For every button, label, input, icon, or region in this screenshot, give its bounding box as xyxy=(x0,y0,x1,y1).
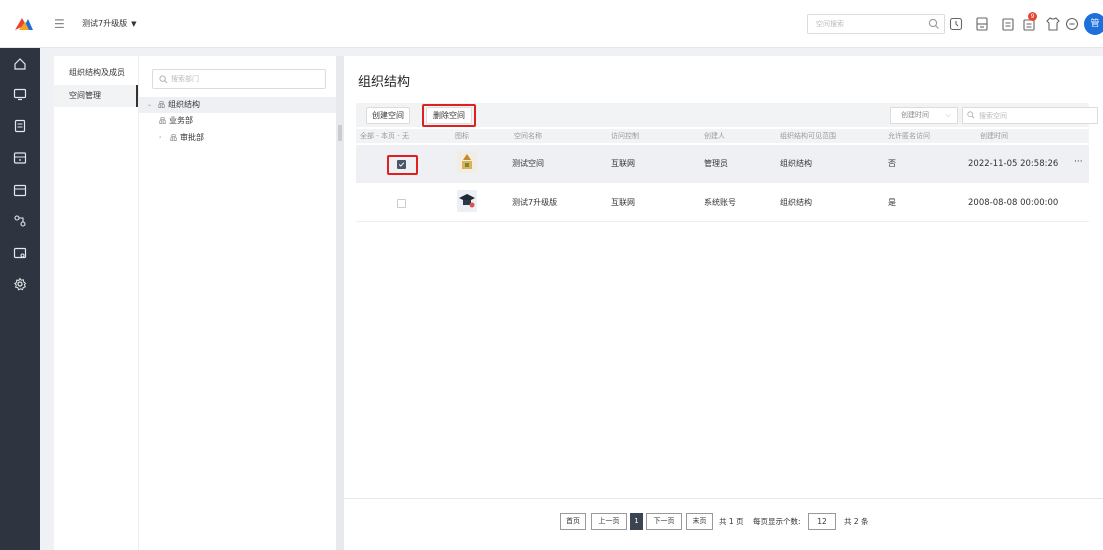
caret-down-icon: ▼ xyxy=(131,20,137,28)
home-icon[interactable] xyxy=(13,57,27,71)
last-page-button[interactable]: 末页 xyxy=(686,513,713,530)
document-icon[interactable] xyxy=(1000,16,1016,32)
sort-select[interactable]: 创建时间 ⌵ xyxy=(890,107,958,124)
total-pages: 共 1 页 xyxy=(719,517,744,526)
table-toolbar: 创建空间 删除空间 创建时间 ⌵ xyxy=(356,103,1098,127)
first-page-button[interactable]: 首页 xyxy=(560,513,586,530)
org-icon: 品 xyxy=(170,134,177,142)
menu-toggle-icon[interactable]: ☰ xyxy=(54,18,66,30)
pagination-divider xyxy=(344,498,1103,499)
page-size-input[interactable]: 12 xyxy=(808,513,836,530)
department-search-input[interactable] xyxy=(152,69,326,89)
tree-node-business[interactable]: 品 业务部 xyxy=(159,115,193,127)
highlight-frame xyxy=(387,155,418,175)
document-list-icon[interactable] xyxy=(13,119,27,133)
select-scope-header[interactable]: 全部 - 本页 - 无 xyxy=(360,129,409,143)
search-icon[interactable] xyxy=(928,18,940,30)
tree-node-label: 业务部 xyxy=(169,116,193,125)
space-search-input[interactable] xyxy=(807,14,945,34)
total-records: 共 2 条 xyxy=(844,517,869,526)
space-thumbnail-icon xyxy=(457,190,477,212)
column-created: 创建时间 xyxy=(980,132,1008,140)
clock-icon[interactable] xyxy=(948,16,964,32)
column-scope: 组织结构可见范围 xyxy=(780,132,836,140)
access-control: 互联网 xyxy=(611,198,635,207)
archive-icon[interactable] xyxy=(13,151,27,165)
column-creator: 创建人 xyxy=(704,132,725,140)
tree-node-approval[interactable]: › 品 审批部 xyxy=(159,132,204,144)
create-space-button[interactable]: 创建空间 xyxy=(366,107,410,124)
tree-node-label: 组织结构 xyxy=(168,100,200,109)
table-row[interactable]: 测试空间 互联网 管理员 组织结构 否 2022-11-05 20:58:26 … xyxy=(356,145,1089,183)
main-content: 组织结构 创建空间 删除空间 创建时间 ⌵ 全部 - 本页 - 无 图标 空间名… xyxy=(344,56,1103,550)
org-icon: 品 xyxy=(158,101,165,109)
scope: 组织结构 xyxy=(780,159,812,168)
column-icon: 图标 xyxy=(455,132,469,140)
table-header: 全部 - 本页 - 无 图标 空间名称 访问控制 创建人 组织结构可见范围 允许… xyxy=(356,129,1089,143)
space-name[interactable]: 测试空间 xyxy=(512,145,544,183)
prev-page-button[interactable]: 上一页 xyxy=(591,513,627,530)
monitor-icon[interactable] xyxy=(13,87,27,101)
app-logo-icon[interactable] xyxy=(14,16,34,32)
page-size-label: 每页显示个数: xyxy=(753,517,801,526)
app-name: 测试7升级版 xyxy=(82,19,128,28)
calendar-icon[interactable] xyxy=(13,183,27,197)
anonymous-access: 否 xyxy=(888,159,896,168)
created-time: 2008-08-08 00:00:00 xyxy=(968,198,1059,208)
sort-select-value: 创建时间 xyxy=(901,111,929,119)
row-checkbox[interactable] xyxy=(397,199,406,208)
next-page-button[interactable]: 下一页 xyxy=(646,513,682,530)
notification-badge: 9 xyxy=(1028,12,1037,21)
search-icon xyxy=(159,75,168,84)
space-name[interactable]: 测试7升级版 xyxy=(512,184,557,222)
scope: 组织结构 xyxy=(780,198,812,207)
access-control: 互联网 xyxy=(611,159,635,168)
settings-card-icon[interactable] xyxy=(13,246,27,260)
tree-node-org-root[interactable]: ⌄ 品 组织结构 xyxy=(147,99,200,111)
org-icon: 品 xyxy=(159,117,166,125)
workflow-icon[interactable] xyxy=(13,214,27,228)
print-icon[interactable] xyxy=(974,16,990,32)
chevron-down-icon: ⌵ xyxy=(945,111,951,119)
created-time: 2022-11-05 20:58:26 xyxy=(968,159,1059,169)
main-sidebar xyxy=(0,48,40,550)
search-icon xyxy=(967,111,975,119)
space-thumbnail-icon xyxy=(457,151,477,173)
creator: 系统账号 xyxy=(704,198,736,207)
page-title: 组织结构 xyxy=(358,75,411,90)
column-access: 访问控制 xyxy=(611,132,639,140)
space-table-search-input[interactable] xyxy=(962,107,1098,124)
user-avatar[interactable]: 管 xyxy=(1084,13,1103,35)
chevron-down-icon[interactable]: ⌄ xyxy=(147,99,155,111)
menu-item-space-management[interactable]: 空间管理 xyxy=(54,85,138,107)
top-bar: ☰ 测试7升级版 ▼ 9 管 xyxy=(0,0,1103,48)
column-name: 空间名称 xyxy=(514,132,542,140)
menu-item-org-members[interactable]: 组织结构及成员 xyxy=(54,62,138,84)
column-anonymous: 允许匿名访问 xyxy=(888,132,930,140)
department-tree-panel: ⌄ 品 组织结构 品 业务部 › 品 审批部 xyxy=(138,56,337,550)
gear-icon[interactable] xyxy=(13,277,27,291)
more-circle-icon[interactable] xyxy=(1064,16,1080,32)
page-number-current[interactable]: 1 xyxy=(630,513,643,530)
splitter-handle[interactable] xyxy=(338,125,342,141)
more-actions-icon[interactable]: ··· xyxy=(1074,145,1083,179)
chevron-right-icon[interactable]: › xyxy=(159,132,167,144)
shirt-icon[interactable] xyxy=(1045,16,1061,32)
settings-menu: 组织结构及成员 空间管理 xyxy=(54,56,138,550)
app-switcher[interactable]: 测试7升级版 ▼ xyxy=(82,17,136,31)
highlight-frame xyxy=(422,104,476,127)
tree-node-label: 审批部 xyxy=(180,133,204,142)
table-row[interactable]: 测试7升级版 互联网 系统账号 组织结构 是 2008-08-08 00:00:… xyxy=(356,184,1089,222)
creator: 管理员 xyxy=(704,159,728,168)
anonymous-access: 是 xyxy=(888,198,896,207)
